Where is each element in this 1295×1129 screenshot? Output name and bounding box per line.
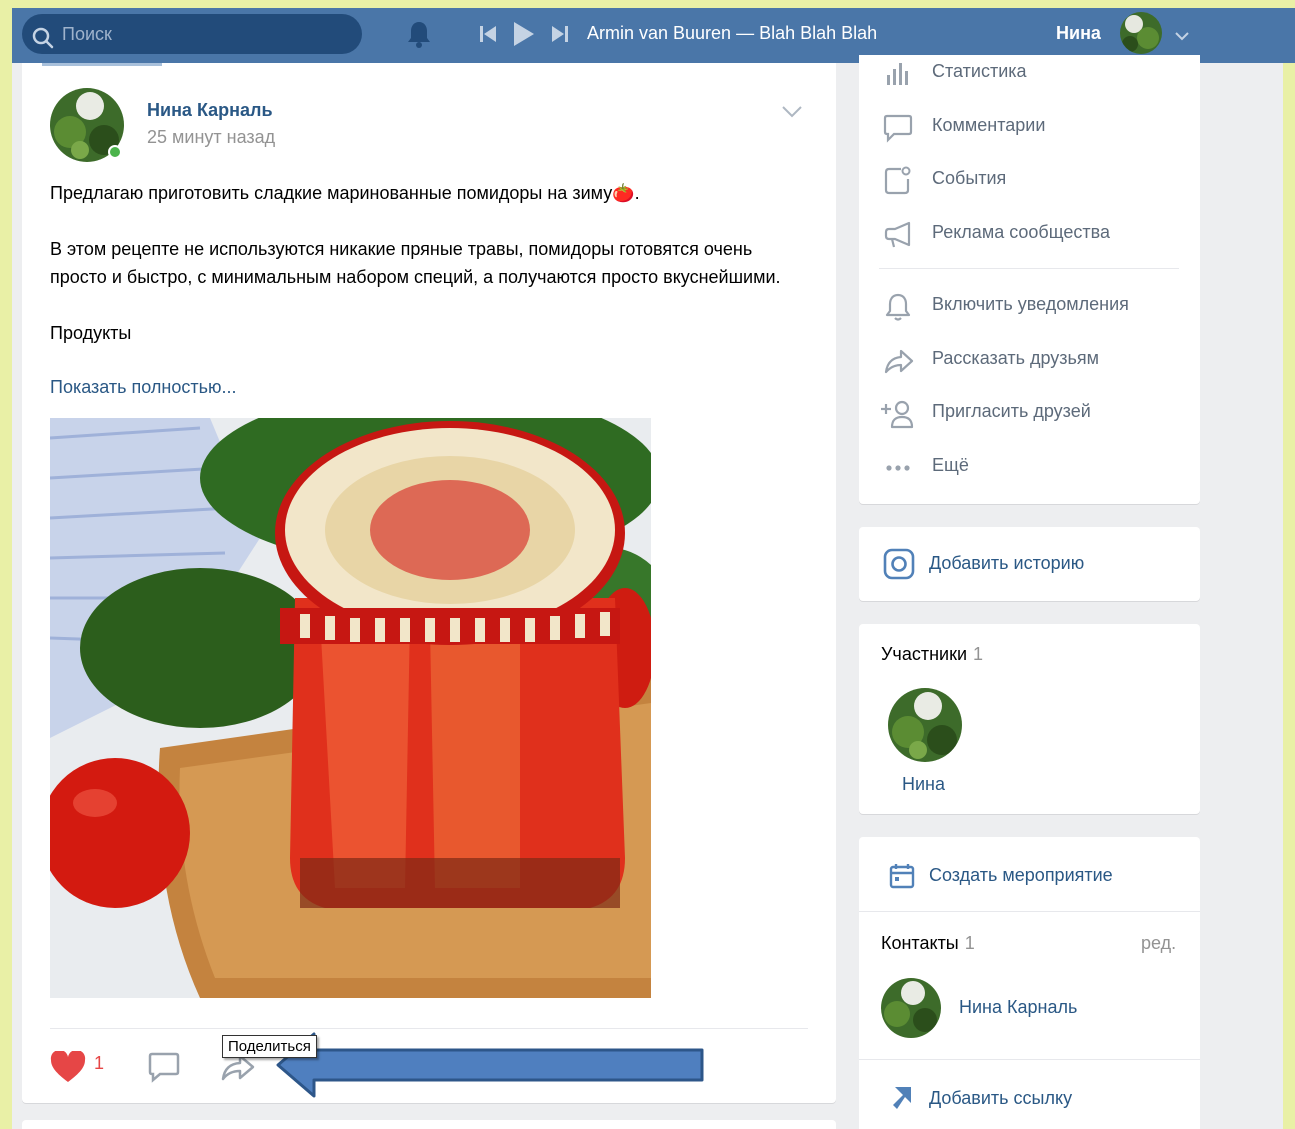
add-user-icon	[879, 399, 915, 434]
contacts-edit-link[interactable]: ред.	[1141, 933, 1176, 954]
like-count[interactable]: 1	[94, 1053, 104, 1074]
members-title-label: Участники	[881, 644, 967, 664]
like-heart-icon[interactable]	[50, 1049, 86, 1088]
contact-avatar[interactable]	[881, 978, 941, 1038]
share-tooltip: Поделиться	[222, 1035, 317, 1058]
menu-item-label: Реклама сообщества	[932, 222, 1110, 242]
search-icon	[32, 23, 54, 63]
bell-icon	[883, 292, 913, 327]
user-name[interactable]: Нина	[1056, 23, 1101, 44]
contact-name[interactable]: Нина Карналь	[959, 997, 1077, 1018]
menu-item-ads[interactable]: Реклама сообщества	[859, 214, 1200, 254]
member-avatar[interactable]	[888, 688, 962, 762]
search-input[interactable]: Поиск	[22, 14, 362, 54]
chevron-down-icon[interactable]	[1175, 28, 1189, 46]
now-playing-track[interactable]: Armin van Buuren — Blah Blah Blah	[587, 23, 877, 44]
menu-item-label: Рассказать друзьям	[932, 348, 1100, 368]
previous-track-icon[interactable]	[480, 26, 498, 47]
post-text-products: Продукты	[50, 323, 132, 343]
post-author[interactable]: Нина Карналь	[147, 100, 273, 121]
menu-item-tell-friends[interactable]: Рассказать друзьям	[859, 340, 1200, 380]
next-track-icon[interactable]	[550, 26, 568, 47]
megaphone-icon	[883, 220, 913, 255]
comment-icon[interactable]	[148, 1051, 180, 1088]
contacts-title-label: Контакты	[881, 933, 959, 953]
post-text-paragraph: В этом рецепте не используются никакие п…	[50, 239, 781, 287]
divider	[859, 911, 1200, 912]
post-divider	[50, 1028, 808, 1029]
menu-item-more[interactable]: Ещё	[859, 447, 1200, 487]
menu-item-label: Включить уведомления	[932, 294, 1129, 314]
members-title[interactable]: Участники 1	[881, 644, 983, 665]
menu-item-notifications[interactable]: Включить уведомления	[859, 286, 1200, 326]
chevron-down-icon[interactable]	[782, 105, 802, 123]
next-post	[22, 1120, 836, 1129]
menu-item-label: Пригласить друзей	[932, 401, 1091, 421]
add-story-card[interactable]: Добавить историю	[859, 527, 1200, 601]
post-text-line: Предлагаю приготовить сладкие маринованн…	[50, 183, 640, 203]
contacts-count: 1	[964, 933, 975, 953]
tab-indicator	[42, 63, 162, 66]
post-photo[interactable]	[50, 418, 651, 998]
more-icon	[883, 453, 913, 488]
menu-item-invite-friends[interactable]: Пригласить друзей	[859, 393, 1200, 433]
menu-item-statistics[interactable]: Статистика	[859, 53, 1200, 93]
annotation-arrow-icon	[276, 1032, 706, 1103]
instagram-camera-icon	[883, 548, 915, 585]
share-icon	[883, 346, 915, 381]
menu-item-label: Комментарии	[932, 115, 1046, 135]
menu-item-label: Ещё	[932, 455, 969, 475]
stats-icon	[883, 59, 911, 92]
member-name[interactable]: Нина	[902, 774, 945, 795]
divider	[859, 1059, 1200, 1060]
menu-item-label: События	[932, 168, 1007, 188]
create-event-link[interactable]: Создать мероприятие	[929, 865, 1113, 886]
post-time[interactable]: 25 минут назад	[147, 127, 275, 148]
add-link-button[interactable]: Добавить ссылку	[929, 1088, 1072, 1109]
members-card: Участники 1 Нина	[859, 624, 1200, 814]
menu-divider	[879, 268, 1179, 269]
wall-post: Нина Карналь 25 минут назад Предлагаю пр…	[22, 63, 836, 1103]
play-icon[interactable]	[514, 22, 534, 51]
notifications-bell-icon[interactable]	[406, 20, 432, 53]
members-count: 1	[973, 644, 984, 664]
add-story-label[interactable]: Добавить историю	[929, 553, 1084, 574]
contacts-card: Создать мероприятие Контакты 1 ред. Нина …	[859, 837, 1200, 1129]
user-avatar[interactable]	[1120, 12, 1162, 54]
online-indicator	[108, 145, 122, 159]
menu-item-comments[interactable]: Комментарии	[859, 107, 1200, 147]
post-text: Предлагаю приготовить сладкие маринованн…	[50, 179, 790, 347]
frame-border-right	[1283, 0, 1295, 1129]
menu-item-events[interactable]: События	[859, 160, 1200, 200]
link-arrow-icon	[891, 1085, 913, 1116]
menu-item-label: Статистика	[932, 61, 1027, 81]
contacts-title[interactable]: Контакты 1	[881, 933, 975, 954]
comment-icon	[883, 113, 913, 148]
frame-border-top	[0, 0, 1295, 8]
frame-border-left	[0, 0, 12, 1129]
community-menu: Статистика Комментарии События Реклама с…	[859, 55, 1200, 504]
search-placeholder: Поиск	[62, 24, 112, 44]
show-more-link[interactable]: Показать полностью...	[50, 377, 236, 398]
events-icon	[883, 166, 913, 201]
calendar-icon	[889, 863, 915, 894]
